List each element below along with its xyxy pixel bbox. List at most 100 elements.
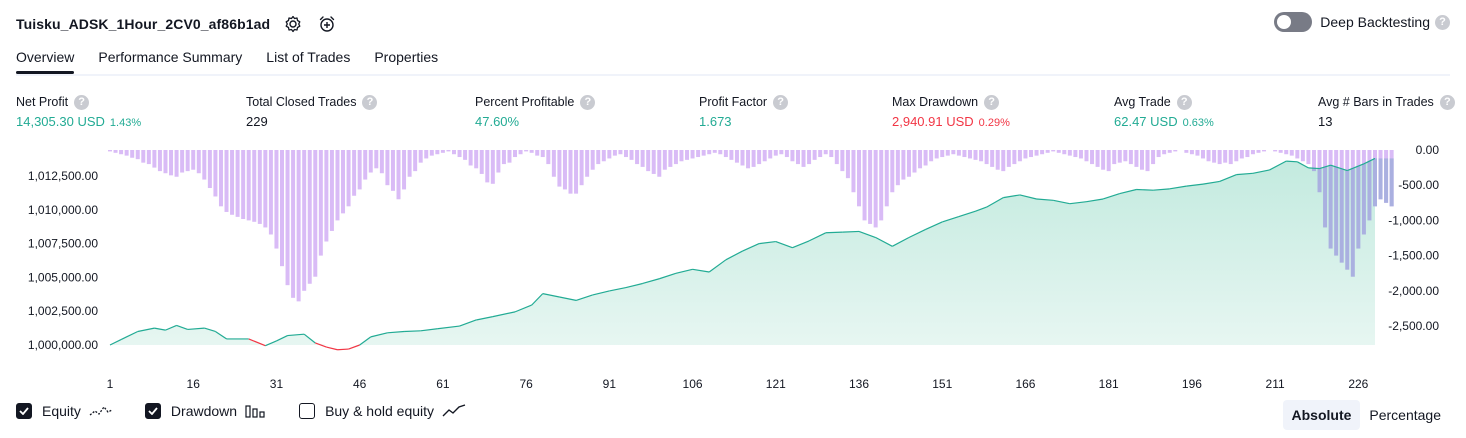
drawdown-bar xyxy=(446,150,451,152)
tab-overview[interactable]: Overview xyxy=(16,44,75,74)
metric-avg-bars-in-trades: Avg # Bars in Trades? 13 xyxy=(1318,94,1455,129)
drawdown-bar xyxy=(801,150,806,167)
display-mode-switch: Absolute Percentage xyxy=(1282,400,1451,430)
drawdown-bar xyxy=(518,150,523,155)
x-tick-label: 1 xyxy=(107,377,114,391)
info-icon[interactable]: ? xyxy=(1176,94,1192,110)
drawdown-checkbox[interactable] xyxy=(144,403,161,419)
drawdown-bar xyxy=(790,150,795,162)
drawdown-bar xyxy=(546,150,551,165)
legend-equity[interactable]: Equity xyxy=(16,403,113,419)
metric-total-closed-trades: Total Closed Trades? 229 xyxy=(246,94,378,129)
metric-percent: 1.43% xyxy=(109,117,142,129)
info-icon[interactable]: ? xyxy=(773,94,789,110)
drawdown-bar xyxy=(1167,150,1172,153)
drawdown-bar xyxy=(795,150,800,165)
equity-segment xyxy=(1286,160,1298,163)
info-icon[interactable]: ? xyxy=(362,94,378,110)
drawdown-bar xyxy=(1078,150,1083,159)
drawdown-bar xyxy=(1006,150,1011,167)
drawdown-bar xyxy=(995,150,1000,170)
drawdown-bar xyxy=(612,150,617,156)
deep-backtesting-toggle[interactable] xyxy=(1274,12,1313,32)
drawdown-bar xyxy=(1156,150,1161,158)
drawdown-bar xyxy=(529,150,534,153)
drawdown-bar xyxy=(1123,150,1128,162)
drawdown-bar xyxy=(973,150,978,160)
mode-absolute[interactable]: Absolute xyxy=(1282,400,1361,430)
drawdown-bar xyxy=(146,150,151,165)
drawdown-bar xyxy=(906,150,911,177)
drawdown-bar xyxy=(490,150,495,184)
metric-avg-trade: Avg Trade? 62.47 USD 0.63% xyxy=(1114,94,1214,129)
strategy-title: Tuisku_ADSK_1Hour_2CV0_af86b1ad xyxy=(16,16,271,32)
tab-performance-summary[interactable]: Performance Summary xyxy=(98,44,242,72)
drawdown-bar xyxy=(729,150,734,160)
equity-segment xyxy=(1136,188,1154,191)
x-tick-label: 91 xyxy=(603,377,617,391)
drawdown-bar xyxy=(501,150,506,165)
drawdown-bar xyxy=(673,150,678,165)
settings-icon[interactable] xyxy=(282,13,304,35)
info-icon[interactable]: ? xyxy=(984,94,1000,110)
legend-drawdown[interactable]: Drawdown xyxy=(144,403,267,419)
info-icon[interactable]: ? xyxy=(74,94,90,110)
drawdown-bar xyxy=(374,150,379,169)
drawdown-bar xyxy=(1073,150,1078,158)
drawdown-bar xyxy=(1217,150,1222,165)
drawdown-bar xyxy=(596,150,601,165)
left-tick-label: 1,002,500.00 xyxy=(28,304,98,318)
legend-buy-hold[interactable]: Buy & hold equity xyxy=(299,403,466,419)
info-icon[interactable]: ? xyxy=(1439,94,1455,110)
metric-value: 47.60% xyxy=(475,114,520,129)
drawdown-bar xyxy=(1306,150,1311,165)
chart-legend: Equity Drawdown Buy & hold equity xyxy=(16,403,498,419)
drawdown-bar xyxy=(890,150,895,193)
x-tick-label: 121 xyxy=(766,377,786,391)
drawdown-bar xyxy=(629,150,634,160)
drawdown-bar xyxy=(324,150,329,242)
drawdown-bar xyxy=(1017,150,1022,162)
drawdown-bar xyxy=(1289,150,1294,156)
x-tick-label: 151 xyxy=(932,377,952,391)
drawdown-bar xyxy=(329,150,334,231)
drawdown-bar xyxy=(291,150,296,298)
drawdown-bar xyxy=(1212,150,1217,163)
drawdown-bar xyxy=(285,150,290,286)
metric-label: Profit Factor xyxy=(699,95,768,109)
drawdown-bar xyxy=(740,150,745,166)
drawdown-bar xyxy=(213,150,218,197)
metric-label: Percent Profitable xyxy=(475,95,575,109)
add-alert-icon[interactable] xyxy=(316,13,338,35)
drawdown-bar xyxy=(302,150,307,291)
buy-hold-line-icon xyxy=(442,404,466,418)
drawdown-bar xyxy=(307,150,312,284)
tab-list-of-trades[interactable]: List of Trades xyxy=(266,44,350,72)
mode-percentage[interactable]: Percentage xyxy=(1360,400,1450,430)
drawdown-bar xyxy=(779,150,784,155)
left-axis: 1,012,500.00 1,010,000.00 1,007,500.00 1,00… xyxy=(28,169,98,352)
drawdown-bar xyxy=(196,150,201,174)
buy-hold-checkbox[interactable] xyxy=(299,403,316,419)
drawdown-bar xyxy=(1256,150,1261,153)
drawdown-bar xyxy=(640,150,645,167)
drawdown-bar xyxy=(235,150,240,217)
drawdown-bar xyxy=(363,150,368,180)
drawdown-bar xyxy=(1151,150,1156,165)
drawdown-bar xyxy=(646,150,651,172)
help-icon[interactable]: ? xyxy=(1435,14,1450,30)
drawdown-bar xyxy=(679,150,684,162)
equity-checkbox[interactable] xyxy=(16,403,32,419)
drawdown-bar xyxy=(1012,150,1017,165)
info-icon[interactable]: ? xyxy=(580,94,596,110)
drawdown-bar xyxy=(712,150,717,153)
tab-properties[interactable]: Properties xyxy=(374,44,438,72)
drawdown-bar xyxy=(884,150,889,207)
drawdown-overlap-bar xyxy=(1350,168,1355,277)
right-tick-label: -500.00 xyxy=(1398,178,1439,192)
x-tick-label: 31 xyxy=(270,377,284,391)
drawdown-bar xyxy=(901,150,906,180)
drawdown-bar xyxy=(807,150,812,165)
metric-value: 229 xyxy=(246,114,268,129)
equity-drawdown-chart[interactable]: 1,012,500.00 1,010,000.00 1,007,500.00 1,00… xyxy=(0,140,1466,395)
